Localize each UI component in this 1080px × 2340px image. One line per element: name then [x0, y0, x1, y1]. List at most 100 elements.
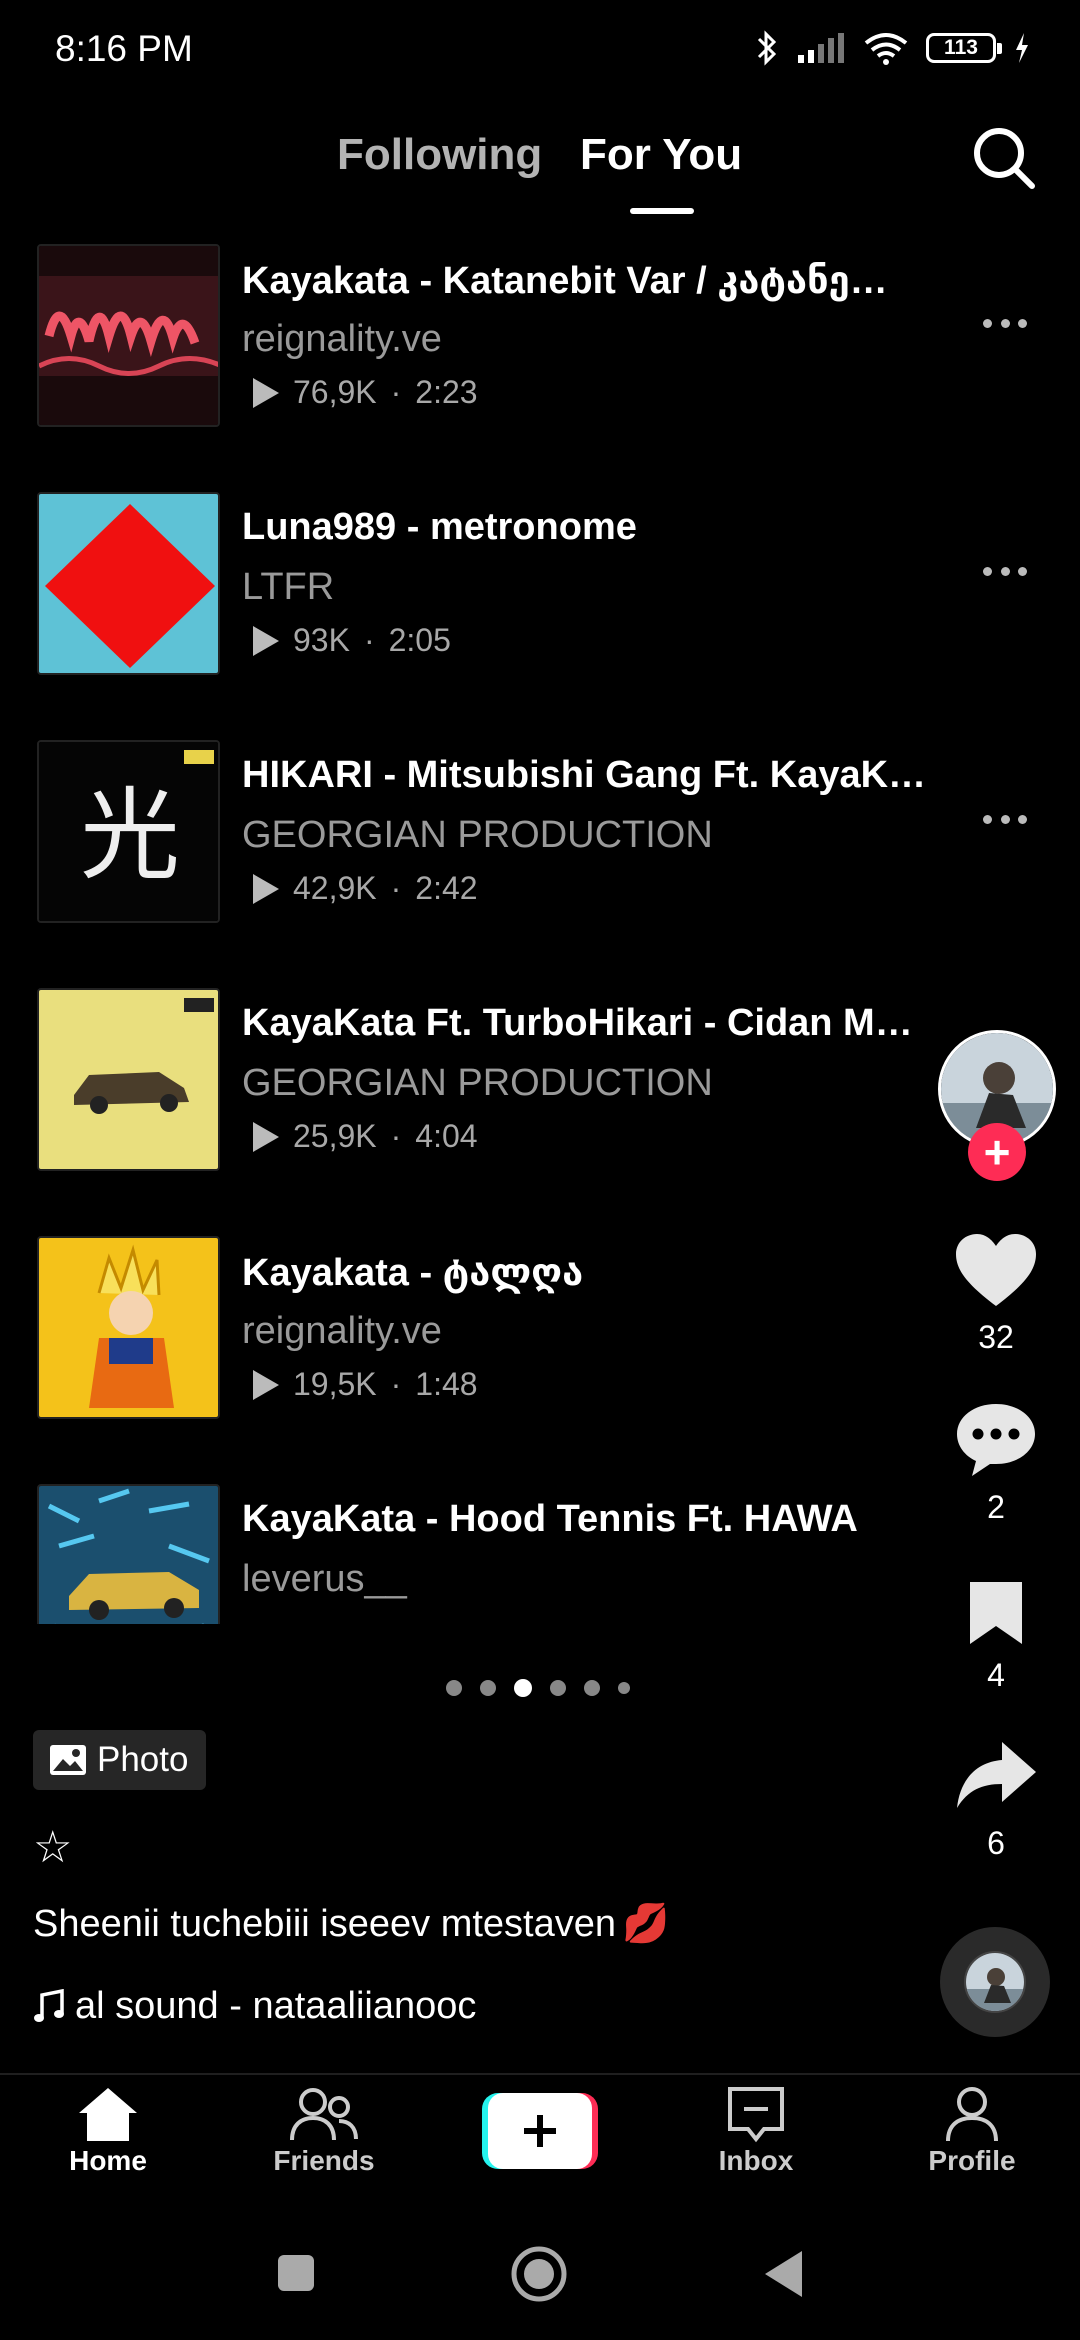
nav-home-label: Home [69, 2145, 147, 2176]
like-count: 32 [978, 1319, 1014, 1355]
svg-text:光: 光 [80, 777, 180, 894]
play-icon [253, 1121, 279, 1152]
nav-friends-label: Friends [273, 2145, 375, 2176]
kiss-emoji: 💋 [622, 1903, 670, 1945]
track-plays: 76,9K [293, 374, 377, 410]
search-icon[interactable] [968, 122, 1038, 192]
sound-name: al sound - nataaliianooc [75, 1985, 477, 2027]
track-plays: 19,5K [293, 1366, 377, 1402]
pager-dot[interactable] [446, 1680, 462, 1696]
track-title: KayaKata - Hood Tennis Ft. HAWA [242, 1498, 858, 1540]
track-plays: 42,9K [293, 870, 377, 906]
track-artist: reignality.ve [242, 318, 442, 360]
pager-dot[interactable] [550, 1680, 566, 1696]
wifi-icon [864, 33, 908, 65]
pager-dot-active[interactable] [514, 1679, 532, 1697]
track-title: Kayakata - ტალღა [242, 1252, 584, 1294]
list-item[interactable]: KayaKata - Hood Tennis Ft. HAWA leverus_… [0, 1480, 1080, 1624]
track-meta: 93K · 2:05 [253, 622, 451, 659]
back-triangle-icon[interactable] [762, 2249, 806, 2299]
track-title: HIKARI - Mitsubishi Gang Ft. KayaK… [242, 754, 927, 796]
like-button[interactable]: 32 [940, 1232, 1052, 1356]
sound-link[interactable]: al sound - nataaliianooc [33, 1985, 476, 2028]
follow-plus-button[interactable]: + [968, 1123, 1026, 1181]
list-item[interactable]: Kayakata - ტალღა reignality.ve 19,5K · 1:4… [0, 1232, 1080, 1422]
track-artist: GEORGIAN PRODUCTION [242, 1062, 713, 1104]
nav-profile[interactable]: Profile [892, 2085, 1052, 2177]
list-item[interactable]: 光 HIKARI - Mitsubishi Gang Ft. KayaK… GE… [0, 736, 1080, 926]
caption-text: Sheenii tuchebiii iseeev mtestaven [33, 1902, 617, 1945]
home-circle-icon[interactable] [510, 2245, 568, 2303]
track-artist: LTFR [242, 566, 335, 608]
meta-separator: · [390, 1366, 402, 1402]
bluetooth-icon [757, 30, 777, 66]
nav-friends[interactable]: Friends [244, 2085, 404, 2177]
list-item[interactable]: Luna989 - metronome LTFR 93K · 2:05 [0, 488, 1080, 678]
status-bar: 8:16 PM 113 [0, 0, 1080, 96]
meta-separator: · [363, 622, 375, 658]
pager-dot[interactable] [480, 1680, 496, 1696]
bottom-nav: Home Friends Inbox Profile [0, 2073, 1080, 2203]
track-meta: 42,9K · 2:42 [253, 870, 478, 907]
heart-icon [956, 1234, 1036, 1306]
track-meta: 25,9K · 4:04 [253, 1118, 478, 1155]
track-plays: 25,9K [293, 1118, 377, 1154]
carousel-pager [446, 1679, 630, 1697]
track-plays: 93K [293, 622, 350, 658]
friends-icon [290, 2088, 358, 2141]
meta-separator: · [390, 374, 402, 410]
nav-home[interactable]: Home [28, 2085, 188, 2177]
more-options-icon[interactable] [983, 316, 1027, 330]
more-options-icon[interactable] [983, 812, 1027, 826]
share-count: 6 [987, 1825, 1005, 1861]
recents-square-icon[interactable] [276, 2253, 316, 2293]
music-disc[interactable] [940, 1927, 1050, 2037]
nav-profile-label: Profile [928, 2145, 1016, 2176]
meta-separator: · [390, 1118, 402, 1154]
tab-following[interactable]: Following [337, 130, 542, 180]
tab-for-you[interactable]: For You [580, 130, 742, 180]
comment-count: 2 [987, 1489, 1005, 1525]
inbox-icon [728, 2087, 784, 2143]
track-meta: 76,9K · 2:23 [253, 374, 478, 411]
signal-icon [798, 33, 844, 63]
status-icons: 113 [756, 26, 1030, 70]
list-item[interactable]: KayaKata Ft. TurboHikari - Cidan M… GEOR… [0, 984, 1080, 1174]
track-artist: GEORGIAN PRODUCTION [242, 814, 713, 856]
track-duration: 4:04 [415, 1118, 478, 1154]
nav-inbox[interactable]: Inbox [676, 2085, 836, 2177]
meta-separator: · [390, 870, 402, 906]
share-arrow-icon [957, 1742, 1036, 1808]
active-tab-indicator [630, 208, 694, 214]
comment-bubble-icon [957, 1404, 1035, 1476]
home-icon [79, 2088, 137, 2141]
create-plus-button[interactable] [482, 2093, 598, 2169]
track-artist: reignality.ve [242, 1310, 442, 1352]
pager-dot[interactable] [618, 1682, 630, 1694]
track-list: Kayakata - Katanebit Var / კატანე… reign… [0, 238, 1080, 1624]
photo-badge: Photo [33, 1730, 207, 1790]
post-caption[interactable]: Sheenii tuchebiii iseeev mtestaven 💋 [33, 1902, 669, 1946]
track-thumbnail: 光 [37, 740, 220, 923]
battery-level: 113 [944, 36, 978, 59]
more-options-icon[interactable] [983, 564, 1027, 578]
track-artist: leverus__ [242, 1558, 407, 1600]
track-duration: 1:48 [415, 1366, 478, 1402]
battery-indicator: 113 [926, 33, 1002, 63]
track-thumbnail [37, 244, 220, 427]
track-thumbnail [37, 492, 220, 675]
charging-icon [1016, 33, 1028, 63]
track-duration: 2:42 [415, 870, 478, 906]
save-button[interactable]: 4 [940, 1578, 1052, 1694]
profile-icon [946, 2087, 998, 2142]
share-button[interactable]: 6 [940, 1738, 1052, 1862]
track-thumbnail [37, 1484, 220, 1624]
list-item[interactable]: Kayakata - Katanebit Var / კატანე… reign… [0, 240, 1080, 430]
track-title: KayaKata Ft. TurboHikari - Cidan M… [242, 1002, 913, 1044]
track-title: Luna989 - metronome [242, 506, 637, 548]
pager-dot[interactable] [584, 1680, 600, 1696]
track-meta: 19,5K · 1:48 [253, 1366, 478, 1403]
track-thumbnail [37, 1236, 220, 1419]
comment-button[interactable]: 2 [940, 1400, 1052, 1526]
image-icon [50, 1745, 86, 1775]
